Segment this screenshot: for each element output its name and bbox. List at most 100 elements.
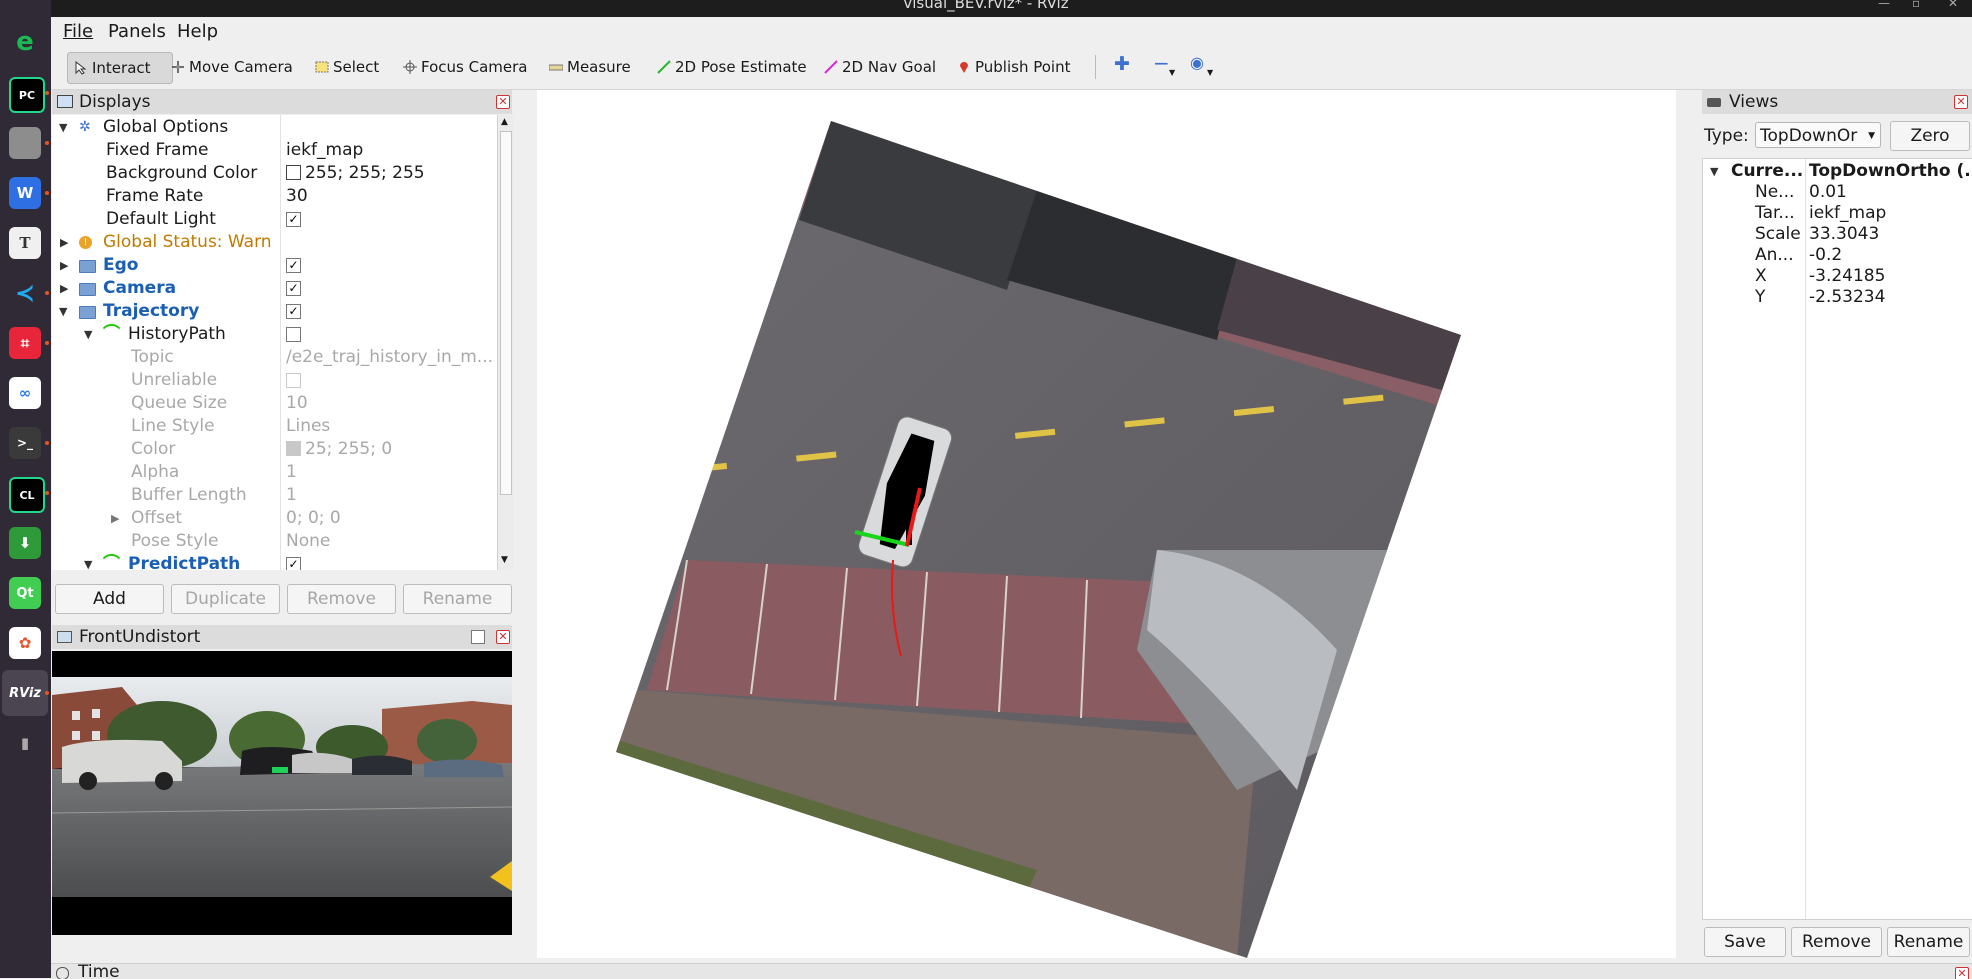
chevron-down-icon[interactable]: ▼ <box>1207 68 1213 77</box>
tree-row-alpha[interactable]: Alpha 1 <box>52 461 497 484</box>
menu-panels[interactable]: Panels <box>108 21 166 42</box>
unreliable-checkbox[interactable] <box>286 373 301 388</box>
color-value[interactable]: 25; 255; 0 <box>286 438 392 461</box>
chevron-down-icon[interactable]: ▼ <box>59 300 67 323</box>
view-row-scale[interactable]: Scale 33.3043 <box>1703 223 1972 246</box>
tool-interact[interactable]: Interact <box>67 52 173 84</box>
tree-row-buffer-length[interactable]: Buffer Length 1 <box>52 484 497 507</box>
tool-2d-pose-estimate[interactable]: 2D Pose Estimate <box>651 52 813 82</box>
dock-usb-icon[interactable]: ▮ <box>9 727 41 759</box>
tree-row-background-color[interactable]: Background Color 255; 255; 255 <box>52 162 497 185</box>
prop-value[interactable]: 33.3043 <box>1809 223 1879 246</box>
dock-qt-icon[interactable]: Qt <box>9 577 41 609</box>
close-icon[interactable]: ✕ <box>1954 95 1968 109</box>
view-row-angle[interactable]: An... -0.2 <box>1703 244 1972 267</box>
tool-focus-camera[interactable]: Focus Camera <box>397 52 533 82</box>
view-row-x[interactable]: X -3.24185 <box>1703 265 1972 288</box>
displays-scrollbar[interactable]: ▲ ▼ <box>497 115 513 570</box>
prop-value[interactable]: -0.2 <box>1809 244 1842 267</box>
tree-row-frame-rate[interactable]: Frame Rate 30 <box>52 185 497 208</box>
tree-row-color[interactable]: Color 25; 255; 0 <box>52 438 497 461</box>
tree-row-unreliable[interactable]: Unreliable <box>52 369 497 392</box>
tree-row-history-path[interactable]: ▼ ⌒ HistoryPath <box>52 323 497 346</box>
tree-row-global-options[interactable]: ▼ ✲ Global Options <box>52 116 497 139</box>
tree-row-ego[interactable]: ▶ Ego ✓ <box>52 254 497 277</box>
topic-value[interactable]: /e2e_traj_history_in_m... <box>286 346 493 369</box>
dock-clion-icon[interactable]: CL <box>9 477 45 513</box>
rename-view-button[interactable]: Rename <box>1887 927 1970 957</box>
undock-icon[interactable] <box>471 630 485 644</box>
add-display-button[interactable]: Add <box>55 584 164 614</box>
dock-rviz-icon[interactable]: RViz <box>9 677 41 709</box>
dock-typora-icon[interactable]: T <box>9 227 41 259</box>
remove-tool-icon[interactable]: − <box>1153 51 1170 75</box>
remove-view-button[interactable]: Remove <box>1791 927 1882 957</box>
trajectory-checkbox[interactable]: ✓ <box>286 304 301 319</box>
dock-wps-icon[interactable]: W <box>9 177 41 209</box>
dock-files-icon[interactable] <box>9 127 41 159</box>
duplicate-display-button[interactable]: Duplicate <box>171 584 280 614</box>
line-style-value[interactable]: Lines <box>286 415 330 438</box>
tool-measure[interactable]: Measure <box>543 52 637 82</box>
close-icon[interactable]: ✕ <box>1948 0 1958 9</box>
chevron-right-icon[interactable]: ▶ <box>60 277 68 300</box>
dock-pycharm-icon[interactable]: PC <box>9 77 45 113</box>
tree-row-camera[interactable]: ▶ Camera ✓ <box>52 277 497 300</box>
chevron-down-icon[interactable]: ▼ <box>84 553 92 570</box>
default-light-checkbox[interactable]: ✓ <box>286 212 301 227</box>
view-row-y[interactable]: Y -2.53234 <box>1703 286 1972 309</box>
tree-row-global-status[interactable]: ▶ ! Global Status: Warn <box>52 231 497 254</box>
chevron-down-icon[interactable]: ▼ <box>1710 160 1718 183</box>
add-tool-icon[interactable]: ✚ <box>1114 53 1130 75</box>
close-icon[interactable]: ✕ <box>496 630 510 644</box>
tree-row-predict-path[interactable]: ▼ ⌒ PredictPath ✓ <box>52 553 497 570</box>
tool-publish-point[interactable]: Publish Point <box>951 52 1076 82</box>
chevron-right-icon[interactable]: ▶ <box>60 254 68 277</box>
pose-style-value[interactable]: None <box>286 530 330 553</box>
chevron-down-icon[interactable]: ▼ <box>501 555 508 565</box>
tree-row-pose-style[interactable]: Pose Style None <box>52 530 497 553</box>
dock-screenshot-icon[interactable]: ⌗ <box>9 327 41 359</box>
dock-browser-icon[interactable]: e <box>9 26 41 58</box>
close-icon[interactable]: ✕ <box>496 95 510 109</box>
close-icon[interactable]: ✕ <box>1955 967 1969 979</box>
menu-file[interactable]: File <box>63 21 93 42</box>
render-viewport[interactable]: ◀ ▶ <box>537 90 1676 958</box>
tree-row-offset[interactable]: ▶ Offset 0; 0; 0 <box>52 507 497 530</box>
background-color-value[interactable]: 255; 255; 255 <box>286 162 425 185</box>
fixed-frame-value[interactable]: iekf_map <box>286 139 363 162</box>
dock-baidunetdisk-icon[interactable]: ∞ <box>9 377 41 409</box>
offset-value[interactable]: 0; 0; 0 <box>286 507 341 530</box>
tree-row-trajectory[interactable]: ▼ Trajectory ✓ <box>52 300 497 323</box>
tool-2d-nav-goal[interactable]: 2D Nav Goal <box>818 52 942 82</box>
dock-vscode-icon[interactable]: ≺ <box>9 277 41 309</box>
scrollbar-thumb[interactable] <box>500 131 512 495</box>
dock-downloader-icon[interactable]: ⬇ <box>9 527 41 559</box>
prop-value[interactable]: iekf_map <box>1809 202 1886 225</box>
tree-row-queue-size[interactable]: Queue Size 10 <box>52 392 497 415</box>
tree-row-fixed-frame[interactable]: Fixed Frame iekf_map <box>52 139 497 162</box>
prop-value[interactable]: -3.24185 <box>1809 265 1885 288</box>
chevron-right-icon[interactable]: ▶ <box>60 231 68 254</box>
prop-value[interactable]: 0.01 <box>1809 181 1847 204</box>
camera-checkbox[interactable]: ✓ <box>286 281 301 296</box>
maximize-icon[interactable]: ▫ <box>1912 0 1920 9</box>
tool-move-camera[interactable]: Move Camera <box>165 52 299 82</box>
chevron-up-icon[interactable]: ▲ <box>501 117 508 127</box>
frame-rate-value[interactable]: 30 <box>286 185 308 208</box>
ego-checkbox[interactable]: ✓ <box>286 258 301 273</box>
chevron-down-icon[interactable]: ▼ <box>84 323 92 346</box>
buffer-length-value[interactable]: 1 <box>286 484 297 507</box>
zero-view-button[interactable]: Zero <box>1890 121 1970 151</box>
alpha-value[interactable]: 1 <box>286 461 297 484</box>
tree-row-topic[interactable]: Topic /e2e_traj_history_in_m... <box>52 346 497 369</box>
rename-display-button[interactable]: Rename <box>403 584 512 614</box>
queue-size-value[interactable]: 10 <box>286 392 308 415</box>
menu-help[interactable]: Help <box>177 21 218 42</box>
view-row-target-frame[interactable]: Tar... iekf_map <box>1703 202 1972 225</box>
view-row-near-clip[interactable]: Ne... 0.01 <box>1703 181 1972 204</box>
predict-path-checkbox[interactable]: ✓ <box>286 557 301 570</box>
eye-icon[interactable]: ◉ <box>1190 53 1204 72</box>
view-type-select[interactable]: TopDownOr ▼ <box>1755 122 1881 148</box>
tree-row-default-light[interactable]: Default Light ✓ <box>52 208 497 231</box>
